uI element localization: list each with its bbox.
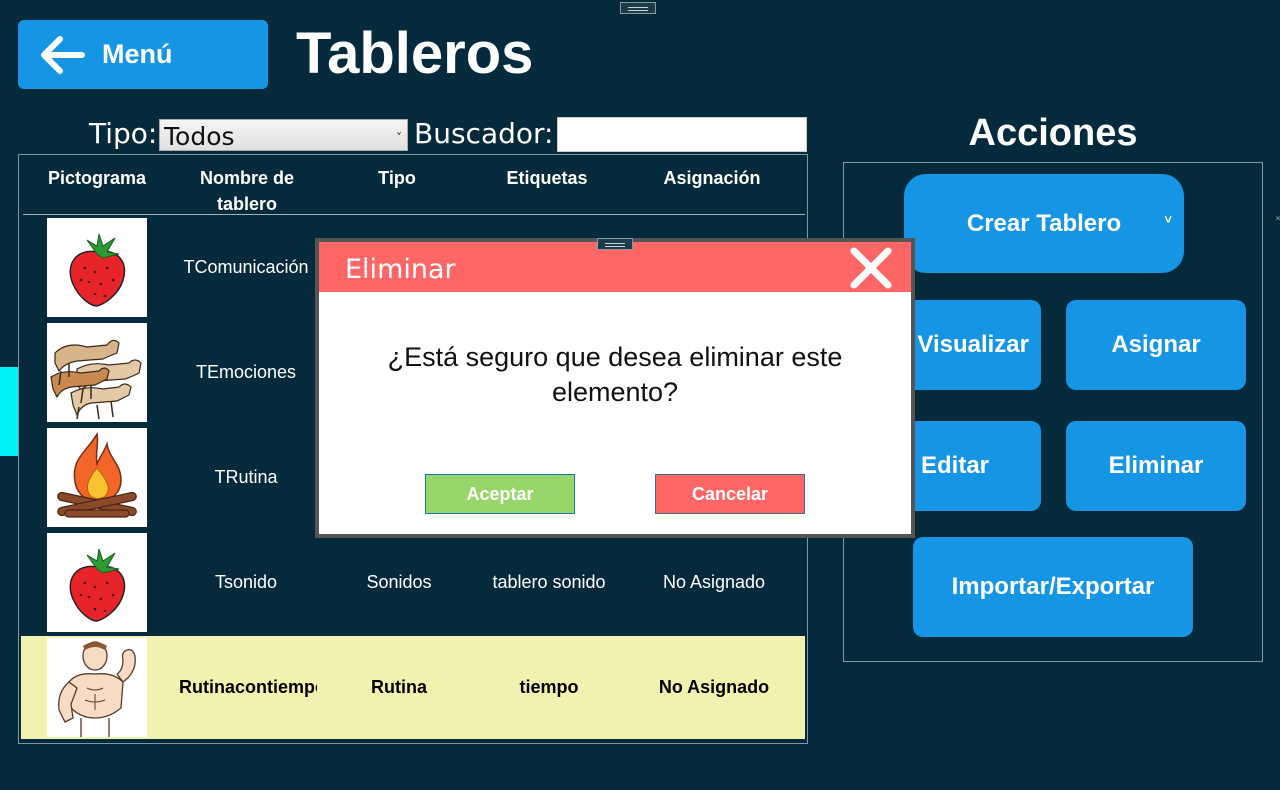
muscle-man-icon	[47, 638, 147, 737]
row-asignacion: No Asignado	[662, 572, 766, 592]
dogs-icon	[47, 323, 147, 422]
tipo-label: Tipo:	[89, 117, 158, 150]
buscador-label: Buscador:	[414, 117, 554, 150]
dialog-message-line1: ¿Está seguro que desea eliminar este	[387, 342, 843, 372]
resize-grip-top[interactable]	[620, 2, 656, 14]
column-header-nombre: Nombre de tablero	[199, 168, 295, 214]
dialog-message: ¿Está seguro que desea eliminar este ele…	[319, 340, 911, 410]
campfire-icon	[47, 428, 147, 527]
chevron-down-icon: ˅	[396, 131, 402, 145]
row-nombre: TRutina	[214, 467, 278, 487]
menu-label: Menú	[102, 39, 173, 69]
cancelar-button[interactable]: Cancelar	[655, 474, 805, 514]
asignar-button[interactable]: Asignar	[1066, 300, 1246, 390]
strawberry-icon	[47, 218, 147, 317]
column-header-asignacion: Asignación	[663, 168, 761, 188]
page-title: Tableros	[296, 21, 534, 86]
row-etiquetas: tablero sonido	[492, 572, 606, 592]
eliminar-button[interactable]: Eliminar	[1066, 421, 1246, 511]
aceptar-button[interactable]: Aceptar	[425, 474, 575, 514]
column-header-etiquetas: Etiquetas	[506, 168, 588, 188]
row-nombre: TEmociones	[195, 362, 297, 382]
row-tipo: Rutina	[371, 677, 427, 697]
row-nombre: Rutinacontiempo	[179, 677, 317, 697]
arrow-left-icon	[41, 35, 85, 74]
column-header-pictograma: Pictograma	[47, 168, 147, 188]
crear-tablero-label: Crear Tablero	[966, 209, 1122, 237]
table-row-selected[interactable]: Rutinacontiempo Rutina tiempo No Asignad…	[21, 636, 805, 739]
visualizar-label: Visualizar	[917, 331, 1029, 358]
row-nombre: TComunicación	[183, 257, 309, 277]
importar-exportar-label: Importar/Exportar	[951, 573, 1155, 600]
editar-label: Editar	[920, 452, 989, 479]
row-etiquetas: tiempo	[519, 677, 579, 697]
menu-back-button[interactable]: Menú	[18, 20, 268, 89]
search-input[interactable]	[557, 117, 807, 152]
eliminar-label: Eliminar	[1108, 452, 1204, 479]
tipo-select[interactable]: Todos ˅	[159, 119, 408, 151]
tipo-select-value: Todos	[164, 122, 235, 151]
crear-tablero-button[interactable]: Crear Tablero ˅	[904, 174, 1184, 273]
edge-marker: ˟	[1276, 214, 1280, 228]
dialog-message-line2: elemento?	[551, 377, 679, 407]
row-nombre: Tsonido	[214, 572, 278, 592]
strawberry-icon	[47, 533, 147, 632]
header-divider	[23, 214, 805, 215]
chevron-down-icon: ˅	[1164, 212, 1172, 227]
column-header-tipo: Tipo	[378, 168, 416, 188]
table-row[interactable]: Tsonido Sonidos tablero sonido No Asigna…	[21, 531, 805, 634]
eliminar-dialog: Eliminar ¿Está seguro que desea eliminar…	[315, 238, 915, 538]
row-tipo: Sonidos	[366, 572, 432, 592]
row-asignacion: No Asignado	[658, 677, 770, 697]
dialog-drag-handle[interactable]	[597, 238, 633, 250]
dialog-title: Eliminar	[345, 254, 456, 285]
close-icon[interactable]	[849, 246, 893, 290]
importar-exportar-button[interactable]: Importar/Exportar	[913, 537, 1193, 637]
acciones-title: Acciones	[968, 112, 1138, 154]
asignar-label: Asignar	[1111, 331, 1201, 358]
